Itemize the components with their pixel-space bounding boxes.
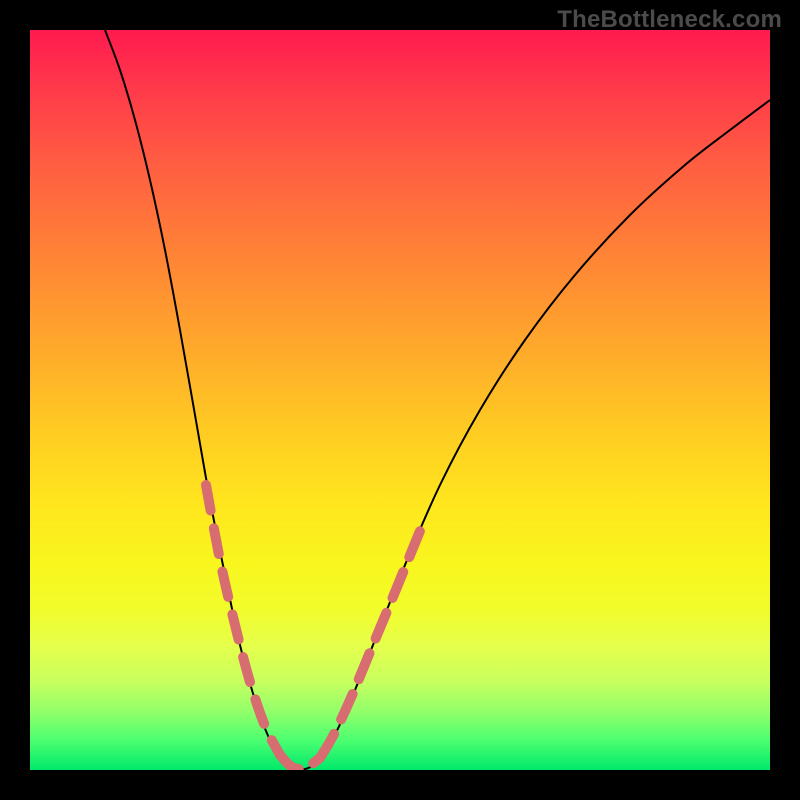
curve-dash-right (320, 526, 422, 758)
watermark-text: TheBottleneck.com (557, 6, 782, 34)
curve-dash-left (206, 485, 280, 755)
plot-area (30, 30, 770, 770)
chart-svg (30, 30, 770, 770)
curve-dash-bottom (280, 755, 320, 769)
curve-main (105, 30, 770, 770)
chart-frame: TheBottleneck.com (0, 0, 800, 800)
